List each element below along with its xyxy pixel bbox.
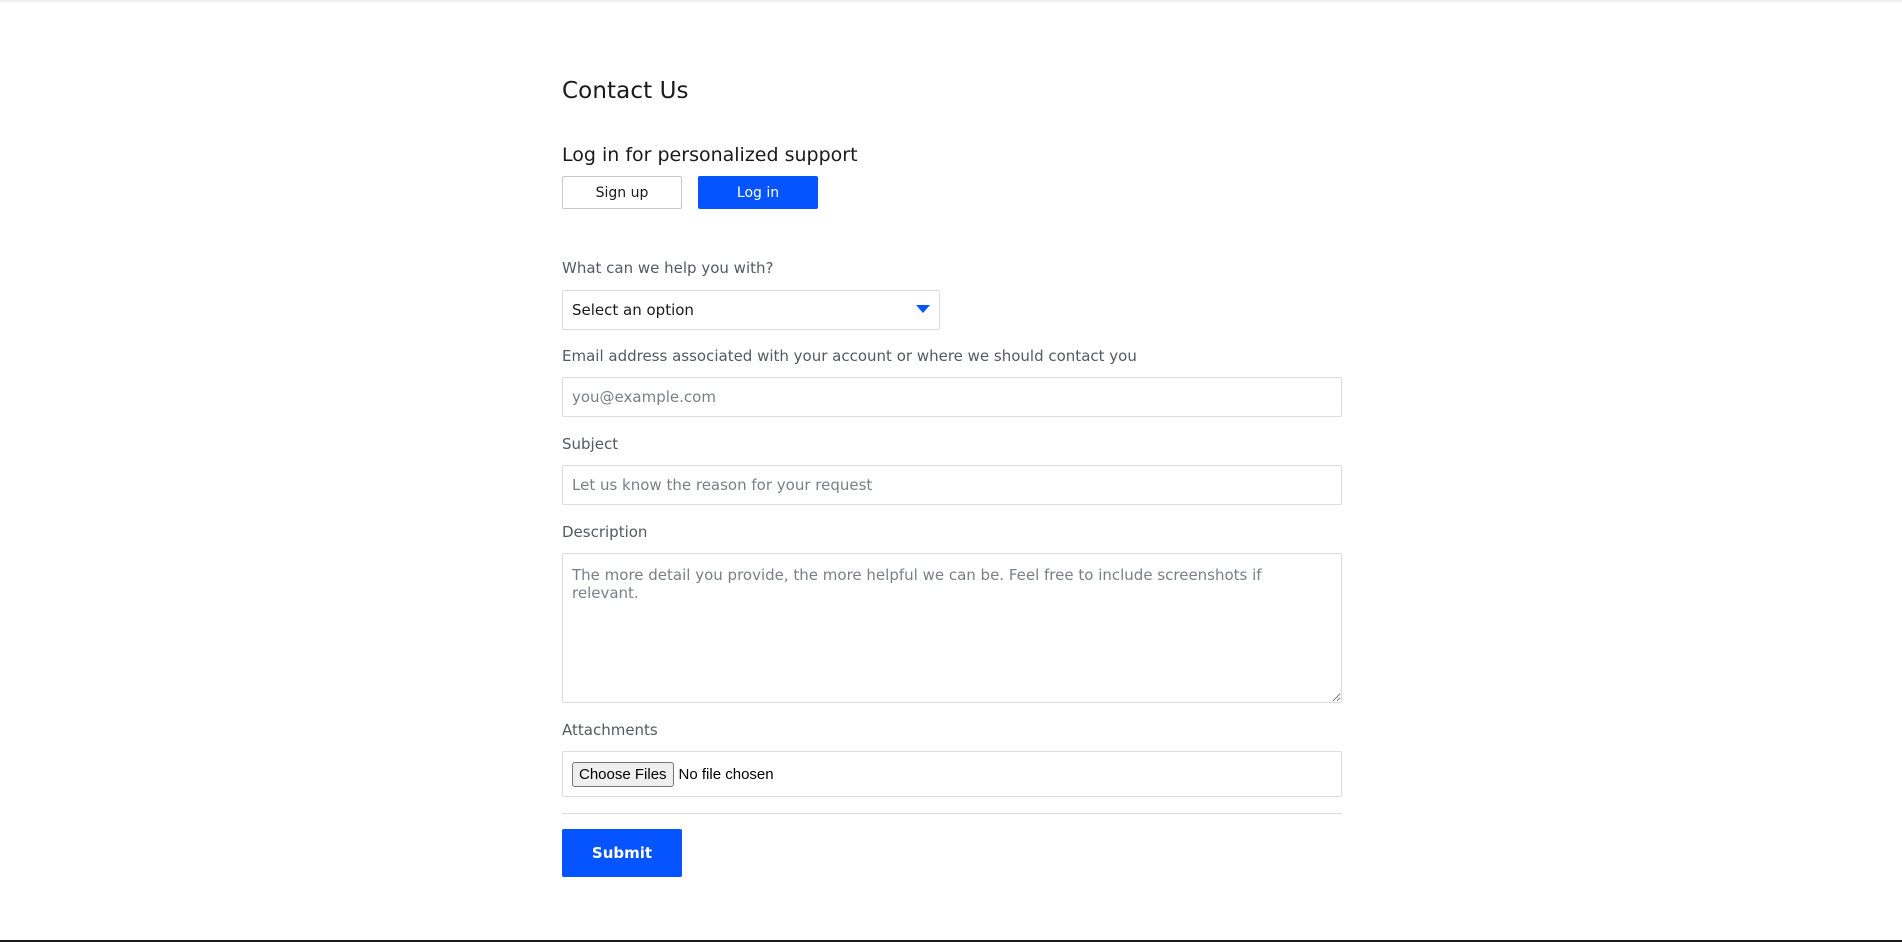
- topic-select[interactable]: Select an option: [562, 290, 940, 330]
- header-shadow: [0, 0, 1902, 4]
- description-label: Description: [562, 523, 648, 541]
- form-divider: [562, 813, 1342, 814]
- attachments-input: Choose Files No file chosen: [562, 751, 1342, 797]
- description-textarea[interactable]: [562, 553, 1342, 703]
- subject-field[interactable]: [562, 465, 1342, 505]
- page-title: Contact Us: [562, 78, 689, 104]
- topic-label: What can we help you with?: [562, 259, 774, 277]
- subject-label: Subject: [562, 435, 619, 453]
- topic-select-value: Select an option: [572, 301, 694, 319]
- login-button[interactable]: Log in: [698, 176, 818, 209]
- caret-down-icon: [916, 305, 930, 313]
- choose-files-button[interactable]: Choose Files: [572, 761, 674, 787]
- file-status: No file chosen: [678, 765, 774, 783]
- submit-button[interactable]: Submit: [562, 829, 682, 877]
- login-heading: Log in for personalized support: [562, 144, 858, 166]
- email-field[interactable]: [562, 377, 1342, 417]
- attachments-label: Attachments: [562, 721, 658, 739]
- email-label: Email address associated with your accou…: [562, 347, 1137, 365]
- auth-buttons: Sign up Log in: [562, 176, 818, 209]
- signup-button[interactable]: Sign up: [562, 176, 682, 209]
